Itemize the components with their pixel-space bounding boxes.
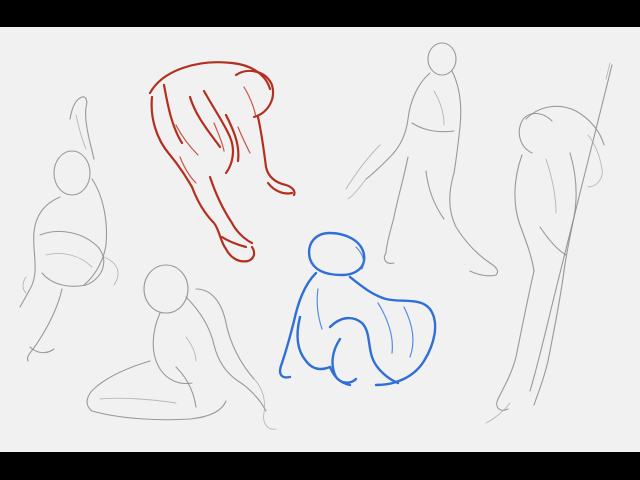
figure-seated-arm-raised xyxy=(19,96,119,362)
figure-blue-crawling xyxy=(278,231,437,387)
letterbox-frame xyxy=(0,0,640,480)
figure-standing-with-stick xyxy=(345,42,499,277)
figure-seated-leaning xyxy=(86,264,277,430)
sketch-paper xyxy=(0,27,640,452)
figure-red-crouching xyxy=(148,61,296,263)
figure-with-spear xyxy=(485,62,613,424)
gesture-sketches xyxy=(19,42,613,430)
